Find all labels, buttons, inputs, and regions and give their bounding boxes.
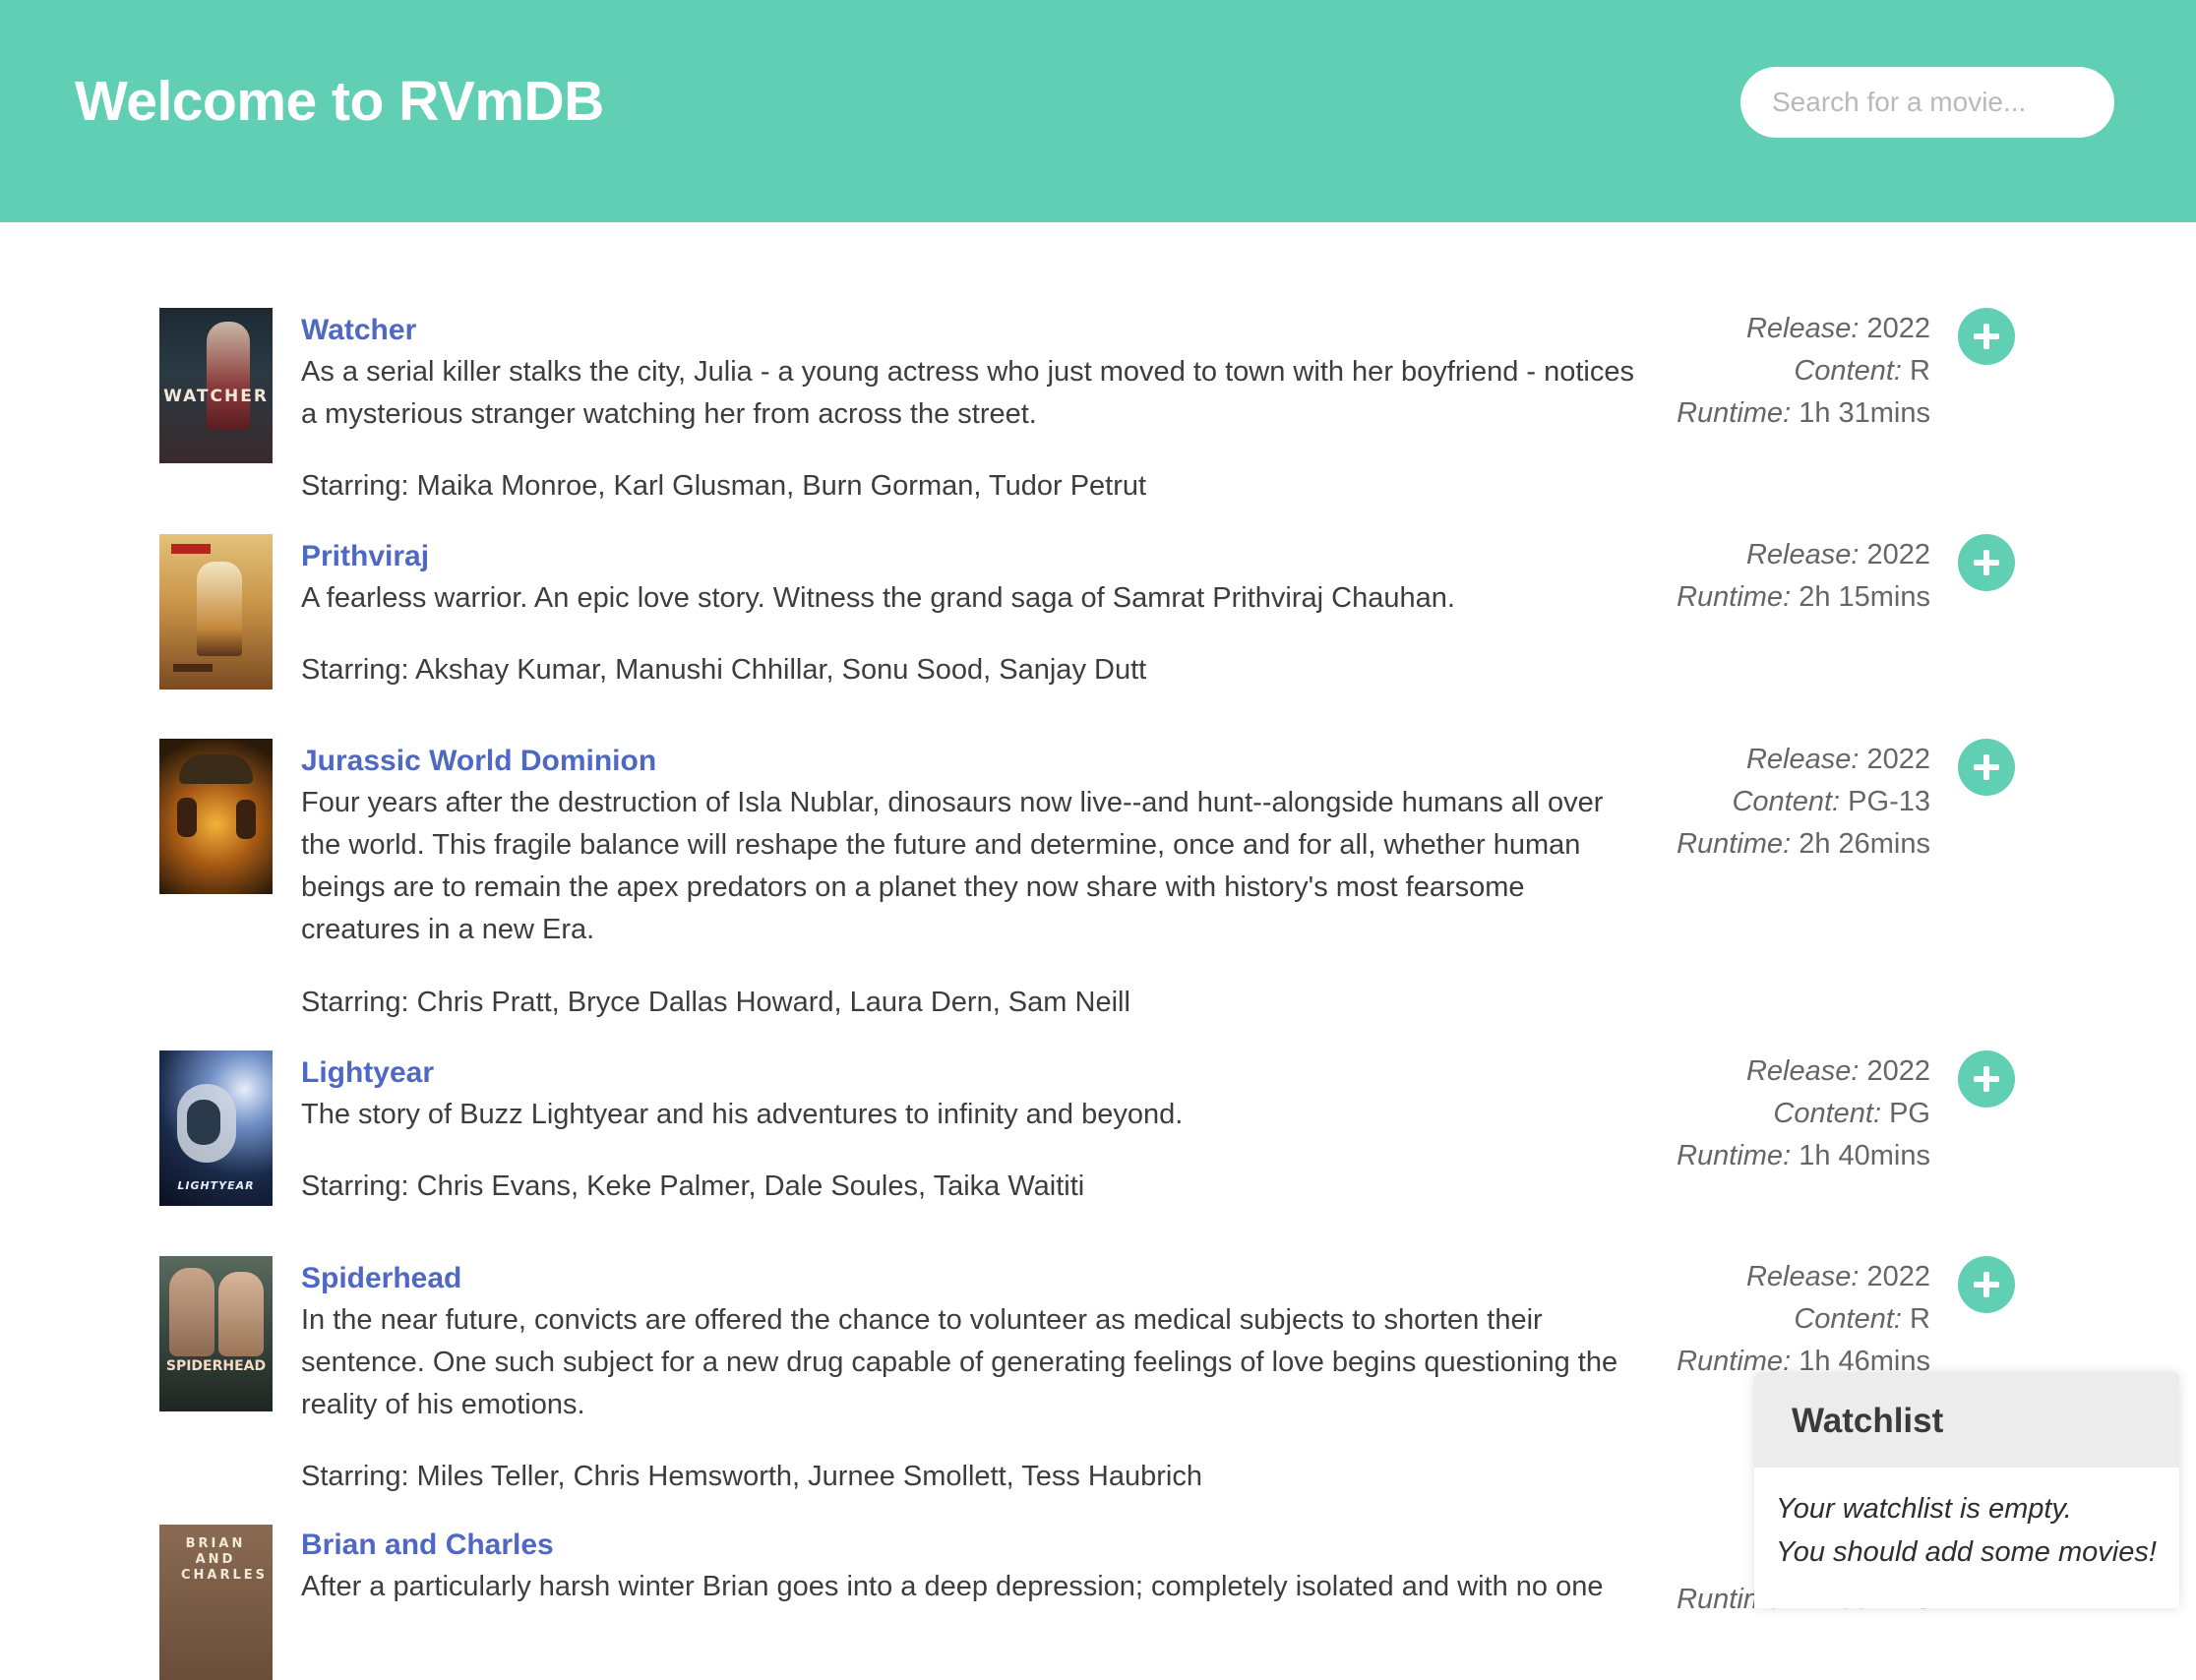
content-label: Content: [1732,786,1841,817]
runtime-row: Runtime: 2h 15mins [1616,576,1930,619]
release-label: Release: [1745,1261,1860,1292]
release-row: Release: 2022 [1616,1050,1930,1093]
poster-title-text: WATCHER [163,387,269,406]
release-value: 2022 [1866,744,1930,775]
movie-title-link[interactable]: Spiderhead [301,1262,461,1295]
runtime-label: Runtime: [1677,828,1792,860]
movie-overview: As a serial killer stalks the city, Juli… [301,356,1634,430]
content-row: Content: R [1616,350,1930,392]
release-label: Release: [1745,313,1860,344]
release-row: Release: 2022 [1616,1256,1930,1298]
movie-overview: A fearless warrior. An epic love story. … [301,582,1455,614]
release-row: Release: 2022 [1616,534,1930,576]
search-input[interactable] [1740,67,2114,138]
content-row: Content: R [1616,1298,1930,1341]
movie-poster[interactable]: LIGHTYEAR [159,1050,273,1206]
movie-title-link[interactable]: Brian and Charles [301,1529,554,1562]
runtime-value: 1h 40mins [1799,1140,1930,1171]
release-value: 2022 [1866,1261,1930,1292]
watchlist-empty-message: Your watchlist is empty. You should add … [1754,1468,2179,1574]
release-label: Release: [1745,1055,1860,1087]
runtime-row: Runtime: 2h 26mins [1616,823,1930,866]
release-row: Release: 2022 [1616,739,1930,781]
add-to-watchlist-button[interactable] [1958,739,2015,796]
runtime-value: 2h 26mins [1799,828,1930,860]
content-label: Content: [1794,1303,1902,1335]
content-value: PG-13 [1848,786,1930,817]
movie-title-link[interactable]: Jurassic World Dominion [301,745,656,778]
movie-poster[interactable]: WATCHER [159,308,273,463]
movie-meta: Release: 2022 Content: PG-13 Runtime: 2h… [1616,739,1930,866]
movie-meta: Release: 2022 Content: R Runtime: 1h 46m… [1616,1256,1930,1383]
content-value: PG [1889,1098,1930,1129]
release-label: Release: [1745,744,1860,775]
release-row: Release: 2022 [1616,308,1930,350]
poster-title-text: BRIAN AND CHARLES [181,1536,269,1583]
watchlist-title: Watchlist [1754,1372,2179,1468]
watchlist-empty-line-1: Your watchlist is empty. [1776,1493,2072,1525]
content-value: R [1910,1303,1930,1335]
movie-starring: Starring: Chris Pratt, Bryce Dallas Howa… [301,987,1130,1018]
runtime-value: 1h 31mins [1799,397,1930,429]
movie-starring: Starring: Chris Evans, Keke Palmer, Dale… [301,1170,1085,1202]
movie-starring: Starring: Miles Teller, Chris Hemsworth,… [301,1461,1202,1492]
movie-overview: In the near future, convicts are offered… [301,1304,1618,1420]
runtime-label: Runtime: [1677,581,1792,613]
movie-poster[interactable] [159,739,273,894]
movie-starring: Starring: Akshay Kumar, Manushi Chhillar… [301,654,1147,686]
runtime-row: Runtime: 1h 40mins [1616,1135,1930,1177]
movie-meta: Release: 2022 Runtime: 2h 15mins [1616,534,1930,619]
movie-meta: Release: 2022 Content: PG Runtime: 1h 40… [1616,1050,1930,1177]
content-value: R [1910,355,1930,387]
add-to-watchlist-button[interactable] [1958,534,2015,591]
runtime-row: Runtime: 1h 31mins [1616,392,1930,435]
add-to-watchlist-button[interactable] [1958,308,2015,365]
movie-poster[interactable]: BRIAN AND CHARLES [159,1525,273,1680]
content-row: Content: PG [1616,1093,1930,1135]
movie-poster[interactable]: SPIDERHEAD [159,1256,273,1411]
movie-overview: The story of Buzz Lightyear and his adve… [301,1099,1184,1130]
runtime-label: Runtime: [1677,397,1792,429]
poster-title-text: LIGHTYEAR [177,1179,255,1192]
movie-meta: Release: 2022 Content: R Runtime: 1h 31m… [1616,308,1930,435]
content-label: Content: [1773,1098,1882,1129]
watchlist-empty-line-2: You should add some movies! [1776,1536,2157,1568]
movie-title-link[interactable]: Lightyear [301,1056,434,1090]
content-row: Content: PG-13 [1616,781,1930,823]
add-to-watchlist-button[interactable] [1958,1050,2015,1108]
page-title: Welcome to RVmDB [75,70,604,133]
app-header: Welcome to RVmDB [0,0,2196,222]
runtime-label: Runtime: [1677,1140,1792,1171]
movie-title-link[interactable]: Prithviraj [301,540,429,573]
release-value: 2022 [1866,1055,1930,1087]
movie-poster[interactable] [159,534,273,690]
poster-title-text: SPIDERHEAD [165,1358,267,1374]
add-to-watchlist-button[interactable] [1958,1256,2015,1313]
release-label: Release: [1745,539,1860,570]
movie-starring: Starring: Maika Monroe, Karl Glusman, Bu… [301,470,1147,502]
release-value: 2022 [1866,539,1930,570]
content-label: Content: [1794,355,1902,387]
movie-title-link[interactable]: Watcher [301,314,416,347]
release-value: 2022 [1866,313,1930,344]
movie-overview: After a particularly harsh winter Brian … [301,1571,1604,1602]
movie-overview: Four years after the destruction of Isla… [301,787,1604,945]
watchlist-panel: Watchlist Your watchlist is empty. You s… [1754,1372,2179,1608]
runtime-value: 2h 15mins [1799,581,1930,613]
